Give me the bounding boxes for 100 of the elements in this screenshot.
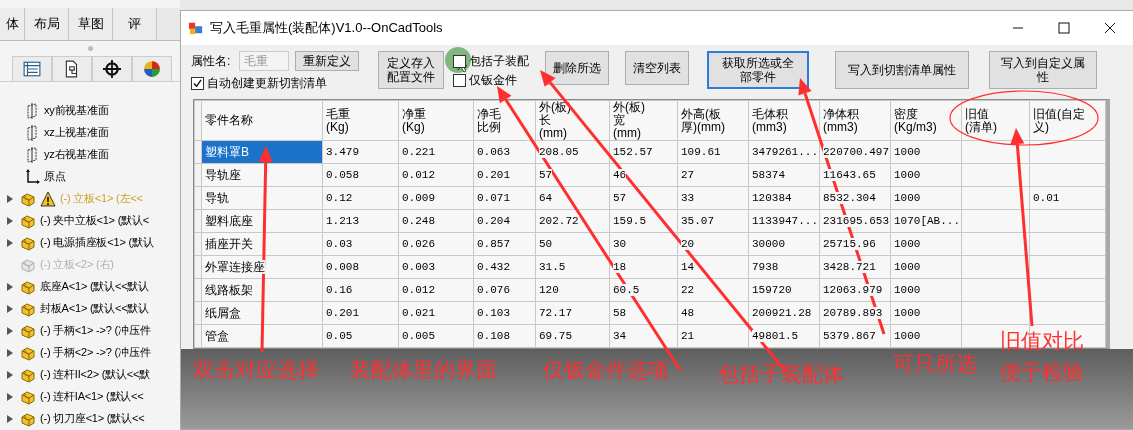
table-cell[interactable]: 管盒 (201, 324, 323, 348)
table-cell: 0.248 (398, 209, 474, 233)
tree-item[interactable]: (-) 电源插座板<1> (默认 (40, 235, 154, 251)
column-header[interactable]: 密度(Kg/m3) (890, 100, 962, 141)
column-header[interactable]: 毛重(Kg) (322, 100, 399, 141)
list-icon (23, 60, 41, 79)
column-header[interactable]: 零件名称 (201, 100, 323, 141)
toolbar-button[interactable] (52, 56, 92, 81)
tree-item[interactable]: (-) 切刀座<1> (默认<< (40, 411, 145, 427)
color-wheel-icon (143, 60, 161, 79)
crosshair-icon (103, 60, 121, 79)
expand-arrow-icon[interactable] (7, 415, 13, 423)
table-cell[interactable]: 线路板架 (201, 278, 323, 302)
table-cell[interactable]: 导轨 (201, 186, 323, 210)
fetch-parts-button[interactable]: 获取所选或全部零件 (707, 51, 809, 89)
tree-item[interactable]: yz右视基准面 (44, 147, 109, 163)
write-cutlist-button[interactable]: 写入到切割清单属性 (835, 51, 969, 89)
table-cell: 0.058 (322, 163, 399, 187)
table-cell[interactable]: 塑料底座 (201, 209, 323, 233)
table-cell: 120384 (748, 186, 820, 210)
expand-arrow-icon[interactable] (7, 327, 13, 335)
checkbox-label: 自动创建更新切割清单 (207, 75, 327, 92)
tree-item[interactable]: (-) 手柄<2> ->? (冲压件 (40, 345, 151, 361)
table-cell: 20 (677, 232, 749, 256)
column-header[interactable]: 净体积(mm3) (819, 100, 891, 141)
table-cell: 0.201 (322, 301, 399, 325)
column-header[interactable]: 毛体积(mm3) (748, 100, 820, 141)
table-cell: 208.05 (535, 140, 610, 164)
redefine-button[interactable]: 重新定义 (295, 51, 359, 71)
table-cell: 30 (609, 232, 678, 256)
table-cell: 0.16 (322, 278, 399, 302)
annotation-text: 装配体里的界面 (350, 358, 497, 382)
table-cell: 27 (677, 163, 749, 187)
tree-item[interactable]: 原点 (44, 169, 66, 185)
table-cell: 0.01 (1029, 186, 1106, 210)
expand-arrow-icon[interactable] (7, 371, 13, 379)
table-cell: 231695.653 (819, 209, 891, 233)
table-cell: 0.108 (473, 324, 536, 348)
tree-item[interactable]: (-) 连杆II<2> (默认<<默 (40, 367, 151, 383)
tree-item[interactable]: 封板A<1> (默认<<默认 (40, 301, 150, 317)
save-config-button[interactable]: 定义存入配置文件 (378, 51, 444, 89)
table-cell: 46 (609, 163, 678, 187)
expand-arrow-icon[interactable] (7, 239, 13, 247)
expand-arrow-icon[interactable] (7, 283, 13, 291)
tree-item[interactable]: (-) 夹中立板<1> (默认< (40, 213, 149, 229)
expand-arrow-icon[interactable] (7, 195, 13, 203)
tree-item[interactable]: xy前视基准面 (44, 103, 109, 119)
table-cell: 0.008 (322, 255, 399, 279)
table-cell: 35.07 (677, 209, 749, 233)
plane-icon (24, 103, 40, 119)
tree-item[interactable]: xz上视基准面 (44, 125, 109, 141)
expand-arrow-icon[interactable] (7, 217, 13, 225)
close-icon[interactable] (1104, 22, 1116, 34)
checkbox[interactable] (453, 74, 466, 87)
table-cell: 109.61 (677, 140, 749, 164)
toolbar-button[interactable] (92, 56, 132, 81)
column-header[interactable]: 外高(板厚)(mm) (677, 100, 749, 141)
annotation-text: 双击对应选择 (193, 358, 319, 382)
checkbox[interactable] (191, 77, 204, 90)
table-cell: 69.75 (535, 324, 610, 348)
part-icon (20, 389, 36, 405)
part-icon (20, 367, 36, 383)
table-cell[interactable]: 导轨座 (201, 163, 323, 187)
annotation-text: 包括子装配体 (718, 362, 844, 386)
table-cell: 11643.65 (819, 163, 891, 187)
toolbar-button[interactable] (12, 56, 52, 81)
table-cell[interactable]: 纸屑盒 (201, 301, 323, 325)
expand-arrow-icon[interactable] (7, 393, 13, 401)
maximize-icon[interactable] (1058, 22, 1070, 34)
column-header[interactable]: 净重(Kg) (398, 100, 474, 141)
tree-item[interactable]: (-) 手柄<1> ->? (冲压件 (40, 323, 151, 339)
write-custom-button[interactable]: 写入到自定义属性 (989, 51, 1097, 89)
expand-arrow-icon[interactable] (7, 305, 13, 313)
part-icon (20, 279, 36, 295)
table-cell: 220700.497 (819, 140, 891, 164)
table-cell: 3479261... (748, 140, 820, 164)
column-header[interactable]: 旧值(自定义) (1029, 100, 1106, 141)
table-cell: 48 (677, 301, 749, 325)
table-cell[interactable]: 插座开关 (201, 232, 323, 256)
table-cell: 159.5 (609, 209, 678, 233)
checkbox-label: 包括子装配 (469, 53, 529, 70)
column-header[interactable]: 净毛比例 (473, 100, 536, 141)
tree-item[interactable]: (-) 连杆IA<1> (默认<< (40, 389, 144, 405)
expand-arrow-icon[interactable] (7, 349, 13, 357)
checkbox[interactable] (453, 55, 466, 68)
table-cell: 152.57 (609, 140, 678, 164)
table-cell: 1000 (890, 278, 962, 302)
table-cell: 0.026 (398, 232, 474, 256)
tree-item[interactable]: 底座A<1> (默认<<默认 (40, 279, 150, 295)
table-cell: 49801.5 (748, 324, 820, 348)
table-cell: 1000 (890, 186, 962, 210)
part-icon (20, 213, 36, 229)
column-header[interactable]: 旧值(清单) (961, 100, 1030, 141)
table-cell[interactable]: 外罩连接座 (201, 255, 323, 279)
delete-selected-button[interactable]: 删除所选 (545, 51, 609, 85)
table-cell: 7938 (748, 255, 820, 279)
plane-icon (24, 147, 40, 163)
clear-list-button[interactable]: 清空列表 (625, 51, 689, 85)
column-header[interactable]: 外(板)宽(mm) (609, 100, 678, 141)
table-cell: 34 (609, 324, 678, 348)
